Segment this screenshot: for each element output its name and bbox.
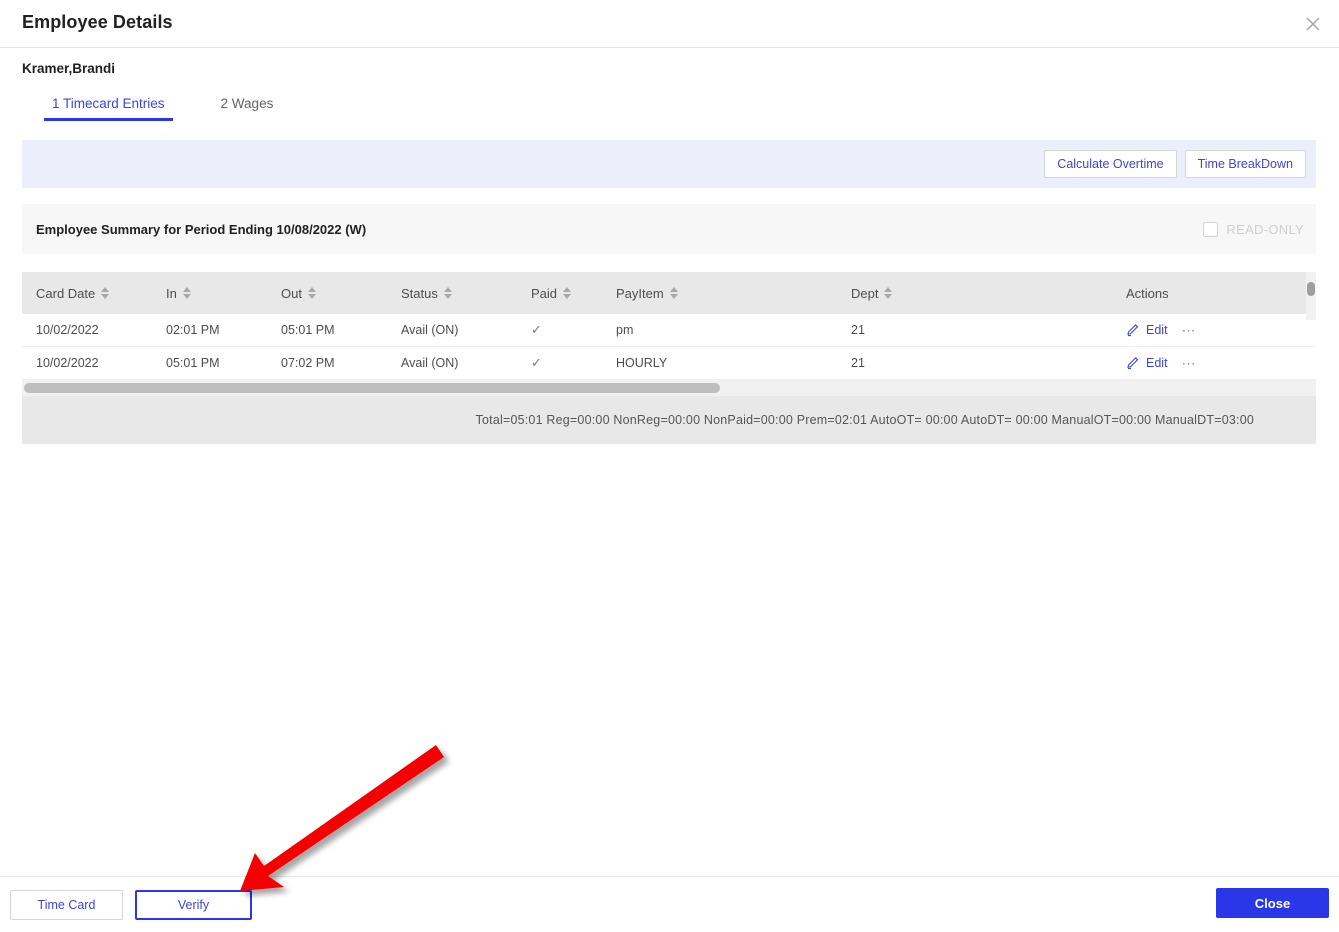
dialog-footer: Time Card Verify (0, 876, 1339, 932)
column-header-card-date-label: Card Date (36, 285, 96, 301)
column-header-status[interactable]: Status (387, 286, 517, 301)
time-card-button[interactable]: Time Card (10, 890, 123, 920)
column-header-in[interactable]: In (152, 286, 267, 301)
edit-button[interactable]: Edit (1126, 323, 1168, 337)
sort-icon[interactable] (884, 287, 893, 299)
pencil-icon (1127, 324, 1139, 337)
cell-payitem: HOURLY (616, 356, 668, 370)
table-totals-row: Total=05:01 Reg=00:00 NonReg=00:00 NonPa… (22, 272, 1316, 444)
cell-status: Avail (ON) (401, 323, 459, 337)
action-toolbar: Calculate Overtime Time BreakDown (22, 140, 1316, 188)
cell-dept: 21 (851, 356, 865, 370)
tab-wages-label: 2 Wages (220, 96, 274, 111)
totals-vertical-scrollbar[interactable] (1306, 272, 1316, 320)
cell-card-date: 10/02/2022 (36, 323, 99, 337)
employee-details-dialog: Employee Details Kramer,Brandi 1 Timecar… (0, 0, 1339, 932)
readonly-checkbox[interactable]: READ-ONLY (1203, 221, 1304, 237)
totals-vertical-scrollbar-thumb[interactable] (1307, 282, 1315, 296)
cell-status: Avail (ON) (401, 356, 459, 370)
tab-wages-wrap: 2 Wages (213, 96, 282, 121)
column-header-paid-label: Paid (531, 285, 558, 301)
cell-dept: 21 (851, 323, 865, 337)
table-horizontal-scrollbar[interactable] (22, 380, 1316, 396)
sort-icon[interactable] (669, 287, 678, 299)
tab-wages[interactable]: 2 Wages (213, 96, 282, 121)
sort-icon[interactable] (182, 287, 191, 299)
cell-card-date: 10/02/2022 (36, 356, 99, 370)
table-horizontal-scrollbar-thumb[interactable] (24, 383, 720, 393)
employee-name: Kramer,Brandi (22, 61, 116, 76)
summary-title: Employee Summary for Period Ending 10/08… (36, 221, 367, 237)
cell-paid: ✓ (517, 355, 602, 371)
dialog-titlebar: Employee Details (0, 0, 1339, 48)
row-more-options-icon[interactable]: ⋯ (1182, 323, 1197, 337)
sort-icon[interactable] (563, 287, 572, 299)
tab-timecard-entries-wrap: 1 Timecard Entries (44, 96, 173, 121)
cell-out: 07:02 PM (281, 356, 335, 370)
timecard-table: Card Date In Out Status Paid PayItem Dep… (22, 272, 1316, 444)
page-title: Employee Details (22, 12, 173, 32)
sort-icon[interactable] (307, 287, 316, 299)
tab-active-indicator (44, 118, 173, 121)
pencil-icon (1127, 357, 1139, 370)
cell-paid: ✓ (517, 322, 602, 338)
column-header-out-label: Out (281, 285, 302, 301)
summary-bar: Employee Summary for Period Ending 10/08… (22, 204, 1316, 254)
edit-label: Edit (1146, 356, 1168, 370)
column-header-card-date[interactable]: Card Date (22, 286, 152, 301)
row-more-options-icon[interactable]: ⋯ (1182, 356, 1197, 370)
sort-icon[interactable] (101, 287, 110, 299)
cell-out: 05:01 PM (281, 323, 335, 337)
cell-in: 05:01 PM (166, 356, 220, 370)
column-header-dept[interactable]: Dept (837, 286, 1112, 301)
column-header-in-label: In (166, 285, 177, 301)
table-header-row: Card Date In Out Status Paid PayItem Dep… (22, 272, 1316, 314)
close-button[interactable]: Close (1216, 888, 1329, 918)
table-row[interactable]: 10/02/2022 02:01 PM 05:01 PM Avail (ON) … (22, 314, 1316, 347)
column-header-payitem-label: PayItem (616, 285, 664, 301)
edit-label: Edit (1146, 323, 1168, 337)
tab-timecard-entries-label: 1 Timecard Entries (52, 96, 165, 111)
cell-payitem: pm (616, 323, 634, 337)
column-header-actions-label: Actions (1126, 285, 1169, 301)
tab-bar: 1 Timecard Entries 2 Wages (44, 96, 281, 128)
time-breakdown-button[interactable]: Time BreakDown (1184, 150, 1306, 178)
column-header-actions: Actions (1112, 286, 1302, 301)
close-icon[interactable] (1303, 14, 1323, 34)
column-header-payitem[interactable]: PayItem (602, 286, 837, 301)
check-icon: ✓ (531, 355, 542, 370)
tab-timecard-entries[interactable]: 1 Timecard Entries (44, 96, 173, 121)
cell-actions: Edit ⋯ (1112, 323, 1302, 337)
table-row[interactable]: 10/02/2022 05:01 PM 07:02 PM Avail (ON) … (22, 347, 1316, 380)
totals-summary: Total=05:01 Reg=00:00 NonReg=00:00 NonPa… (475, 413, 1254, 427)
edit-button[interactable]: Edit (1126, 356, 1168, 370)
check-icon: ✓ (531, 322, 542, 337)
cell-in: 02:01 PM (166, 323, 220, 337)
column-header-dept-label: Dept (851, 285, 879, 301)
column-header-paid[interactable]: Paid (517, 286, 602, 301)
readonly-checkbox-box[interactable] (1203, 221, 1219, 237)
calculate-overtime-button[interactable]: Calculate Overtime (1044, 150, 1177, 178)
cell-actions: Edit ⋯ (1112, 356, 1302, 370)
verify-button[interactable]: Verify (135, 890, 252, 920)
column-header-out[interactable]: Out (267, 286, 387, 301)
sort-icon[interactable] (443, 287, 452, 299)
column-header-status-label: Status (401, 285, 438, 301)
readonly-label: READ-ONLY (1226, 221, 1304, 237)
